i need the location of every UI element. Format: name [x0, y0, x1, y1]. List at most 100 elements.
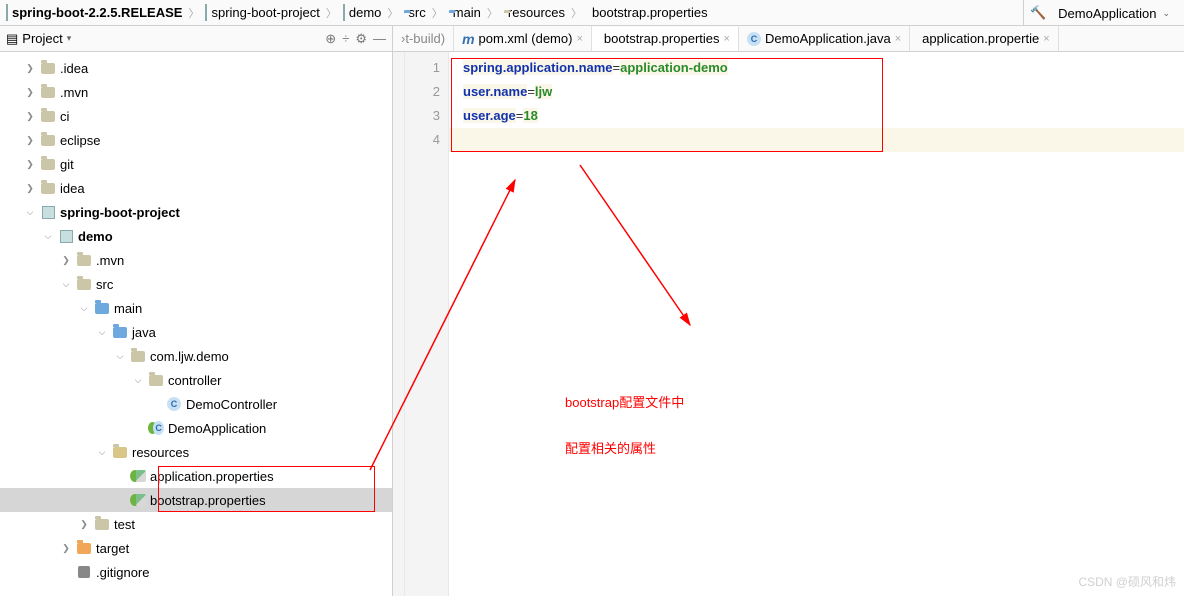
tree-item[interactable]: ⌵ demo [0, 224, 392, 248]
breadcrumb-item[interactable]: spring-boot-2.2.5.RELEASE [4, 5, 184, 20]
tree-item[interactable]: ❯ target [0, 536, 392, 560]
tree-item[interactable]: bootstrap.properties [0, 488, 392, 512]
expand-arrow-icon[interactable]: ❯ [24, 159, 36, 170]
code-editor[interactable]: spring.application.name=application-demo… [449, 52, 1184, 596]
tree-label: test [114, 517, 135, 532]
tree-item[interactable]: ❯ .idea [0, 56, 392, 80]
folder-icon [76, 540, 92, 556]
code-line[interactable]: user.name=ljw [463, 80, 1184, 104]
project-icon: ▤ [6, 31, 18, 47]
expand-arrow-icon[interactable]: ⌵ [96, 327, 108, 338]
tree-label: spring-boot-project [60, 205, 180, 220]
expand-arrow-icon[interactable]: ⌵ [132, 375, 144, 386]
annotation-text: bootstrap配置文件中 配置相关的属性 [565, 380, 684, 472]
folder-icon [76, 276, 92, 292]
breadcrumb-item[interactable]: resources [502, 5, 567, 20]
code-line[interactable]: spring.application.name=application-demo [463, 56, 1184, 80]
tree-label: target [96, 541, 129, 556]
code-line[interactable]: user.age=18 [463, 104, 1184, 128]
folder-icon [40, 84, 56, 100]
expand-icon[interactable]: ÷ [342, 31, 349, 46]
tree-item[interactable]: ⌵com.ljw.demo [0, 344, 392, 368]
close-icon[interactable]: × [1043, 33, 1049, 45]
editor-tab[interactable]: ›t-build) [393, 26, 454, 51]
tree-label: .gitignore [96, 565, 149, 580]
main-split: ❯.idea❯.mvn❯ci❯eclipse❯git❯idea⌵spring-b… [0, 52, 1184, 596]
tree-label: demo [78, 229, 113, 244]
breadcrumb-label: spring-boot-project [211, 5, 319, 20]
tree-label: .mvn [96, 253, 124, 268]
watermark: CSDN @硕风和炜 [1078, 573, 1176, 590]
target-icon[interactable]: ⊕ [325, 31, 336, 47]
tree-item[interactable]: ⌵java [0, 320, 392, 344]
gutter-strip [393, 52, 405, 596]
chevron-right-icon: 〉 [430, 5, 445, 21]
close-icon[interactable]: × [895, 33, 901, 45]
editor-tab[interactable]: CDemoApplication.java× [739, 26, 910, 51]
breadcrumb-item[interactable]: main [447, 5, 483, 20]
java-class-icon: C [166, 396, 182, 412]
expand-arrow-icon[interactable]: ⌵ [60, 279, 72, 290]
breadcrumb-item[interactable]: spring-boot-project [203, 5, 321, 20]
spring-properties-icon [130, 492, 146, 508]
tree-item[interactable]: ❯ .mvn [0, 248, 392, 272]
project-view-selector[interactable]: ▤ Project ▾ [6, 31, 71, 47]
expand-arrow-icon[interactable]: ❯ [78, 519, 90, 530]
editor-tabs: ›t-build)mpom.xml (demo)×bootstrap.prope… [393, 26, 1059, 51]
expand-arrow-icon[interactable]: ⌵ [96, 447, 108, 458]
gear-icon[interactable]: ⚙ [355, 31, 367, 47]
expand-arrow-icon[interactable]: ❯ [60, 255, 72, 266]
tree-item[interactable]: ⌵controller [0, 368, 392, 392]
expand-arrow-icon[interactable]: ❯ [24, 135, 36, 146]
editor-tab[interactable]: bootstrap.properties× [592, 27, 739, 51]
tree-item[interactable]: ❯.mvn [0, 80, 392, 104]
tree-item[interactable]: ❯ eclipse [0, 128, 392, 152]
tree-item[interactable]: ⌵src [0, 272, 392, 296]
close-icon[interactable]: × [724, 33, 730, 45]
tree-item[interactable]: ❯ test [0, 512, 392, 536]
tab-label: pom.xml (demo) [479, 31, 573, 46]
breadcrumb-item[interactable]: src [402, 5, 427, 20]
breadcrumb-label: src [408, 5, 425, 20]
tree-label: .idea [60, 61, 88, 76]
expand-arrow-icon[interactable]: ⌵ [24, 207, 36, 218]
run-configuration-selector[interactable]: 🔨 DemoApplication ⌄ [1023, 0, 1176, 26]
expand-arrow-icon[interactable]: ❯ [24, 87, 36, 98]
maven-icon: m [462, 31, 474, 47]
module-icon [343, 5, 345, 20]
project-label: Project [22, 31, 62, 46]
expand-arrow-icon[interactable]: ⌵ [42, 231, 54, 242]
java-class-icon: C [747, 32, 761, 46]
expand-arrow-icon[interactable]: ❯ [24, 111, 36, 122]
tree-item[interactable]: ⌵main [0, 296, 392, 320]
tree-item[interactable]: ❯git [0, 152, 392, 176]
tree-item[interactable]: ⌵resources [0, 440, 392, 464]
expand-arrow-icon[interactable]: ❯ [60, 543, 72, 554]
tree-item[interactable]: .gitignore [0, 560, 392, 584]
expand-arrow-icon[interactable]: ⌵ [114, 351, 126, 362]
line-number: 3 [405, 104, 448, 128]
expand-arrow-icon[interactable]: ❯ [24, 63, 36, 74]
close-icon[interactable]: × [576, 33, 582, 45]
spring-class-icon: C [148, 420, 164, 436]
tree-item[interactable]: CDemoController [0, 392, 392, 416]
tree-item[interactable]: ❯ci [0, 104, 392, 128]
module-icon [40, 204, 56, 220]
editor-tab[interactable]: application.propertie× [910, 26, 1059, 51]
minimize-icon[interactable]: — [373, 31, 386, 46]
breadcrumb-item[interactable]: demo [341, 5, 384, 20]
tree-item[interactable]: ❯ idea [0, 176, 392, 200]
expand-arrow-icon[interactable]: ❯ [24, 183, 36, 194]
tree-item[interactable]: ⌵ spring-boot-project [0, 200, 392, 224]
chevron-right-icon: 〉 [569, 5, 584, 21]
tree-item[interactable]: CDemoApplication [0, 416, 392, 440]
breadcrumb-item[interactable]: bootstrap.properties [586, 5, 710, 20]
tree-item[interactable]: application.properties [0, 464, 392, 488]
tree-label: eclipse [60, 133, 100, 148]
editor-tab[interactable]: m pom.xml (demo)× [454, 26, 592, 51]
breadcrumb-label: resources [508, 5, 565, 20]
tree-label: idea [60, 181, 85, 196]
expand-arrow-icon[interactable]: ⌵ [78, 303, 90, 314]
folder-icon [40, 180, 56, 196]
project-tree[interactable]: ❯.idea❯.mvn❯ci❯eclipse❯git❯idea⌵spring-b… [0, 52, 393, 596]
